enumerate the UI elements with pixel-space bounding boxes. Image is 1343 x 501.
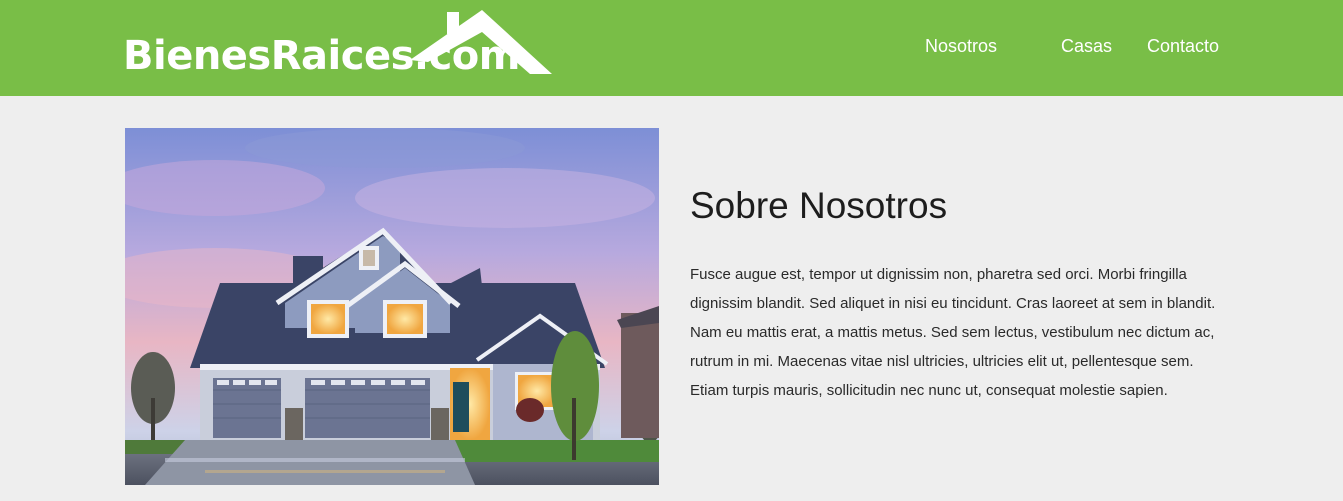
nav-link-nosotros[interactable]: Nosotros <box>925 34 997 58</box>
nav-link-casas[interactable]: Casas <box>1061 34 1112 58</box>
site-header: BienesRaices.com Nosotros Casas Contacto <box>0 0 1343 96</box>
about-paragraph: Fusce augue est, tempor ut dignissim non… <box>690 266 1216 399</box>
house-photo <box>125 128 659 485</box>
about-title: Sobre Nosotros <box>690 185 948 226</box>
nav-link-contacto[interactable]: Contacto <box>1147 34 1219 58</box>
house-roof-icon <box>410 10 552 74</box>
